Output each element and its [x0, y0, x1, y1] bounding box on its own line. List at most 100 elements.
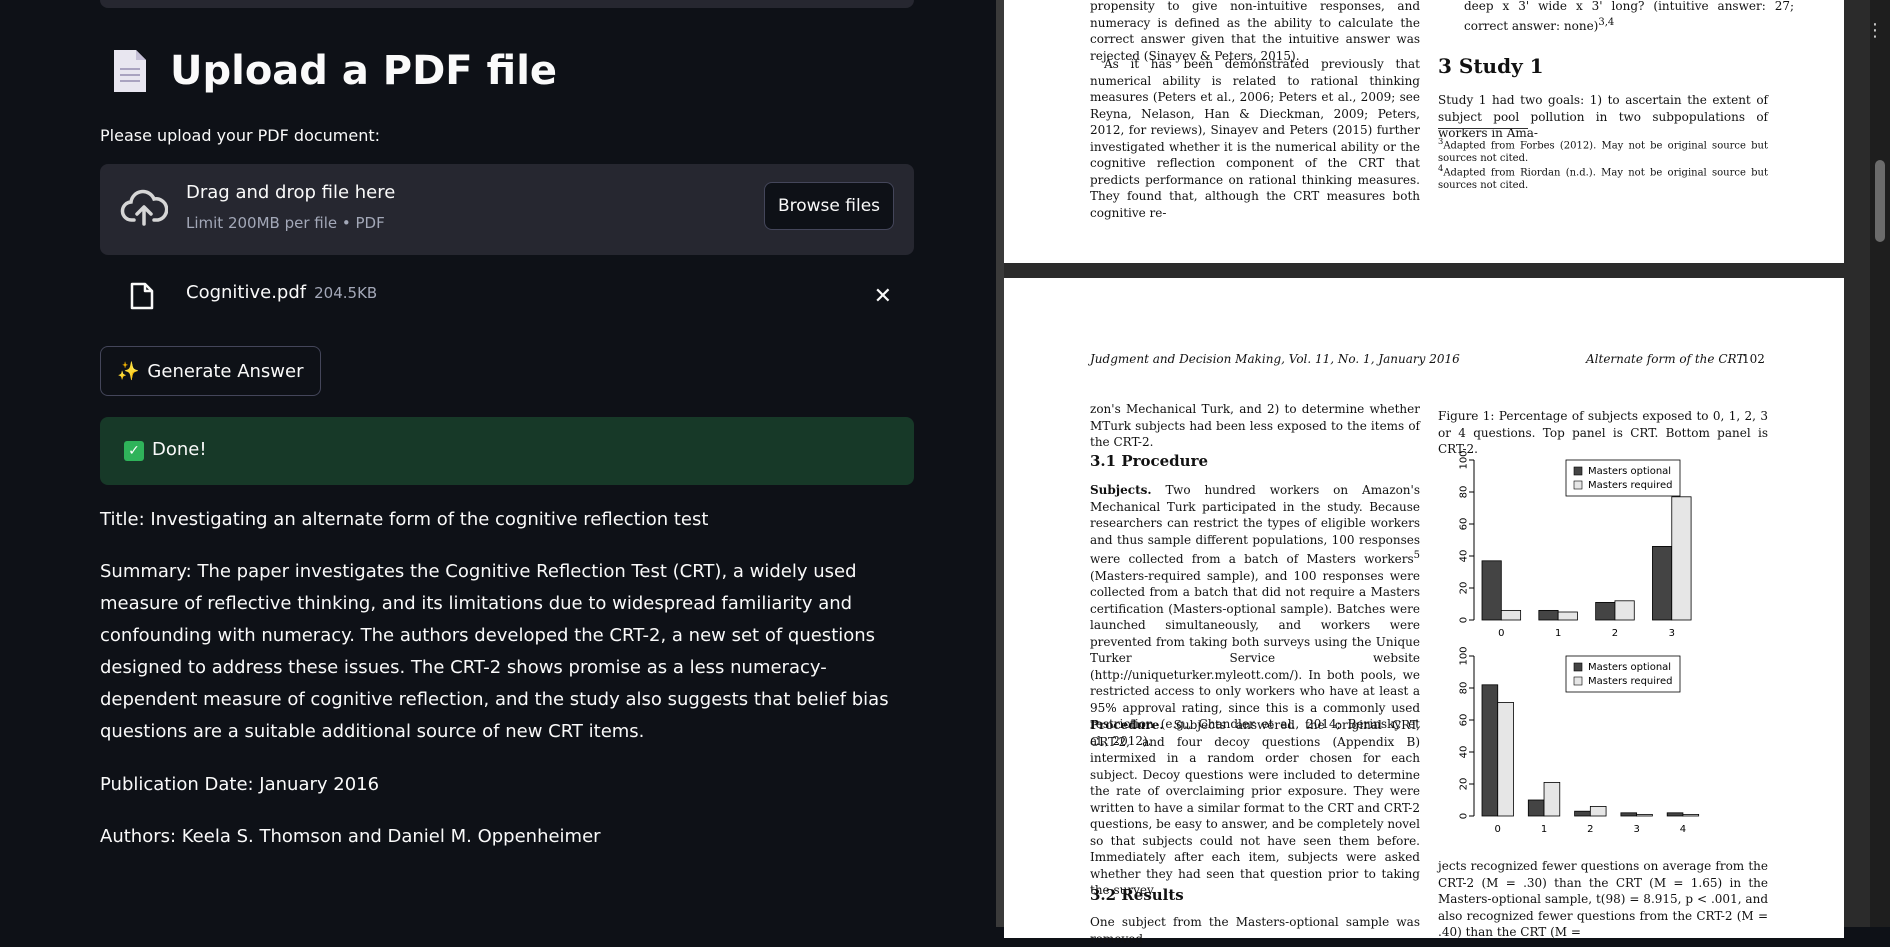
file-name-text: Cognitive.pdf: [186, 282, 307, 303]
bar-masters-required: [1636, 813, 1653, 817]
document-icon: [114, 50, 146, 92]
crt2-bar-chart: 0 20 40 60 80 100 0 1 2 3 4 Masters optional Masters…: [1459, 646, 1700, 835]
previous-element-edge: [100, 0, 914, 8]
y-tick-label: 100: [1459, 450, 1470, 469]
scrollbar[interactable]: [1870, 0, 1890, 927]
y-tick-label: 40: [1459, 550, 1470, 563]
cloud-upload-icon: [120, 189, 168, 226]
scrollbar-thumb[interactable]: [1875, 160, 1885, 242]
x-tick-label: 3: [1633, 824, 1639, 835]
file-size: 204.5KB: [314, 284, 378, 302]
footnote-marker: 5: [1413, 550, 1420, 561]
x-tick-label: 0: [1498, 628, 1504, 639]
pdf-text-block: jects recognized fewer questions on aver…: [1438, 859, 1768, 939]
pdf-text: Subjects answered the original CRT, CRT-…: [1090, 718, 1420, 897]
bar-masters-optional: [1538, 609, 1559, 621]
x-tick-label: 2: [1612, 628, 1618, 639]
bar-masters-optional: [1481, 560, 1502, 621]
y-tick-label: 20: [1459, 582, 1470, 595]
y-tick-label: 60: [1459, 518, 1470, 531]
legend-swatch: [1573, 662, 1583, 672]
legend-label: Masters required: [1588, 480, 1672, 491]
y-tick-label: 80: [1459, 486, 1470, 499]
bar-masters-optional: [1574, 810, 1591, 817]
running-header-left: Judgment and Decision Making, Vol. 11, N…: [1090, 352, 1460, 366]
bar-masters-optional: [1527, 799, 1545, 817]
paragraph-label: Procedure.: [1090, 718, 1164, 732]
upload-prompt: Please upload your PDF document:: [100, 126, 381, 145]
remove-file-icon[interactable]: ✕: [874, 284, 892, 309]
pdf-text-block: Procedure. Subjects answered the origina…: [1090, 717, 1420, 899]
subsection-heading: 3.1 Procedure: [1090, 452, 1209, 470]
crt-bar-chart: 0 20 40 60 80 100 0 1 2 3 Masters optional Masters …: [1459, 450, 1692, 639]
generate-answer-button[interactable]: ✨ Generate Answer: [100, 346, 321, 396]
legend-label: Masters optional: [1588, 662, 1671, 673]
y-tick-label: 20: [1459, 778, 1470, 791]
x-tick-label: 1: [1555, 628, 1561, 639]
bar-masters-optional: [1652, 546, 1673, 621]
bar-masters-optional: [1620, 812, 1638, 817]
bar-masters-required: [1500, 609, 1522, 621]
success-text: Done!: [152, 439, 207, 460]
bar-masters-required: [1682, 813, 1700, 817]
dropzone-title: Drag and drop file here: [186, 182, 396, 203]
app-panel: Upload a PDF file Please upload your PDF…: [0, 0, 996, 927]
x-tick-label: 3: [1669, 628, 1675, 639]
file-icon: [130, 282, 154, 310]
bar-masters-optional: [1666, 812, 1684, 817]
page-number: 102: [1742, 352, 1765, 366]
pdf-page-1: propensity to give non-intuitive respons…: [1004, 0, 1844, 263]
success-alert: ✓ Done!: [100, 417, 914, 485]
generate-answer-label: Generate Answer: [147, 360, 304, 382]
footnote: 3Adapted from Forbes (2012). May not be …: [1438, 135, 1768, 165]
bar-masters-required: [1671, 496, 1692, 621]
subsection-heading: 3.2 Results: [1090, 886, 1184, 904]
browse-files-button[interactable]: Browse files: [764, 182, 894, 230]
legend-swatch: [1573, 480, 1583, 490]
pdf-text: deep x 3' wide x 3' long? (intuitive ans…: [1464, 0, 1794, 33]
bar-masters-optional: [1595, 601, 1616, 621]
bar-masters-required: [1557, 611, 1578, 621]
pdf-text-block: As it has been demonstrated previously t…: [1090, 57, 1420, 220]
y-tick-label: 40: [1459, 746, 1470, 759]
upload-heading: Upload a PDF file: [170, 48, 558, 94]
footnote-rule: [1438, 128, 1528, 129]
bar-masters-required: [1589, 805, 1607, 817]
paragraph-label: Subjects.: [1090, 483, 1152, 497]
pdf-text-block: Subjects. Two hundred workers on Amazon'…: [1090, 482, 1420, 749]
panel-divider[interactable]: [996, 0, 1004, 927]
y-tick-label: 0: [1459, 617, 1470, 623]
bar-masters-required: [1614, 600, 1635, 621]
page-title: Upload a PDF file: [110, 48, 557, 94]
footnote-text: Adapted from Riordan (n.d.). May not be …: [1438, 167, 1768, 192]
output-summary: Summary: The paper investigates the Cogn…: [100, 561, 889, 742]
bar-masters-required: [1543, 781, 1561, 817]
x-tick-label: 0: [1495, 824, 1501, 835]
output-date: Publication Date: January 2016: [100, 774, 380, 795]
y-tick-label: 0: [1459, 813, 1470, 819]
bar-masters-required: [1497, 702, 1514, 817]
legend-swatch: [1573, 466, 1583, 476]
more-options-icon[interactable]: ⋮: [1866, 20, 1884, 41]
x-tick-label: 1: [1541, 824, 1547, 835]
legend-swatch: [1573, 676, 1583, 686]
x-tick-label: 4: [1680, 824, 1686, 835]
footnote: 4Adapted from Riordan (n.d.). May not be…: [1438, 162, 1768, 192]
footnote-marker: 3,4: [1598, 16, 1615, 28]
pdf-page-2: Judgment and Decision Making, Vol. 11, N…: [1004, 278, 1844, 946]
bar-masters-optional: [1481, 684, 1499, 817]
section-heading: 3 Study 1: [1438, 54, 1544, 78]
sparkles-icon: ✨: [117, 360, 140, 382]
y-tick-label: 60: [1459, 714, 1470, 727]
running-header-right: Alternate form of the CRT: [1586, 352, 1745, 366]
pdf-text-block: propensity to give non-intuitive respons…: [1090, 0, 1420, 63]
pdf-text-block: One subject from the Masters-optional sa…: [1090, 915, 1420, 946]
legend-label: Masters optional: [1588, 466, 1671, 477]
file-name: Cognitive.pdf 204.5KB: [186, 282, 377, 303]
pdf-viewer[interactable]: propensity to give non-intuitive respons…: [1004, 0, 1870, 946]
footnote-text: Adapted from Forbes (2012). May not be o…: [1438, 140, 1768, 165]
check-mark-icon: ✓: [124, 441, 144, 461]
pdf-text-block: deep x 3' wide x 3' long? (intuitive ans…: [1464, 0, 1794, 34]
file-dropzone[interactable]: Drag and drop file here Limit 200MB per …: [100, 164, 914, 255]
uploaded-file: Cognitive.pdf 204.5KB ✕: [100, 270, 914, 322]
